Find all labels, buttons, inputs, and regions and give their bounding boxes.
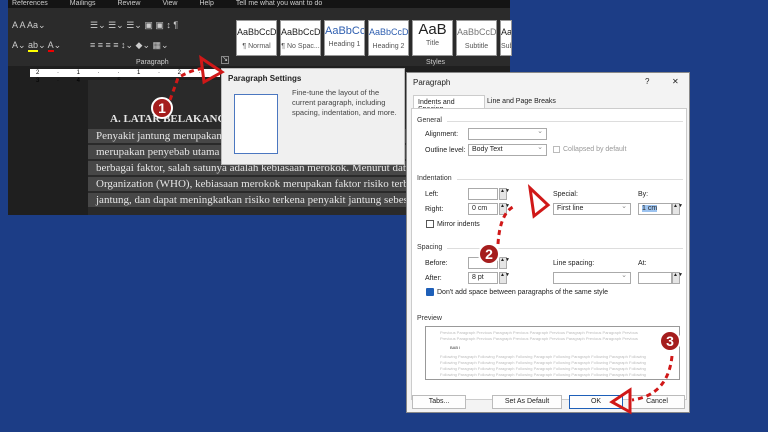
step-badge-1: 1 [151, 97, 173, 119]
step-badge-3: 3 [659, 330, 681, 352]
step-badge-2: 2 [478, 243, 500, 265]
annotation-arrows [168, 54, 674, 415]
